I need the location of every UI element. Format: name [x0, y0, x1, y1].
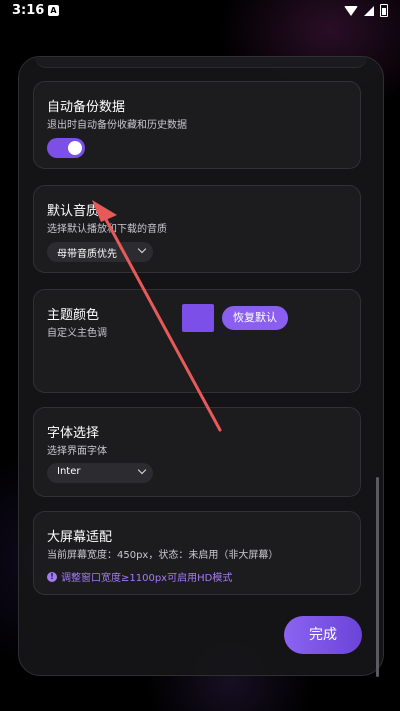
auto-backup-title: 自动备份数据	[47, 100, 126, 115]
theme-color-card: 主题颜色 自定义主色调 恢复默认	[33, 289, 361, 393]
wifi-icon	[344, 5, 358, 16]
info-icon: !	[47, 571, 57, 582]
font-description: 选择界面字体	[47, 446, 107, 457]
auto-backup-card: 自动备份数据 退出时自动备份收藏和历史数据	[33, 81, 361, 169]
font-card: 字体选择 选择界面字体 Inter	[33, 407, 361, 497]
font-select[interactable]: Inter	[47, 463, 153, 483]
status-icons	[344, 4, 388, 17]
status-time: 3:16	[12, 3, 45, 18]
signal-icon	[364, 5, 374, 16]
large-screen-description: 当前屏幕宽度：450px，状态：未启用（非大屏幕）	[47, 550, 279, 561]
done-button[interactable]: 完成	[284, 616, 362, 654]
theme-color-swatch[interactable]	[182, 304, 214, 332]
large-screen-card: 大屏幕适配 当前屏幕宽度：450px，状态：未启用（非大屏幕） ! 调整窗口宽度…	[33, 511, 361, 595]
auto-backup-description: 退出时自动备份收藏和历史数据	[47, 120, 187, 131]
previous-card-edge	[35, 57, 367, 68]
audio-quality-value: 母带音质优先	[57, 249, 117, 260]
theme-color-description: 自定义主色调	[47, 328, 107, 339]
theme-color-title: 主题颜色	[47, 308, 100, 323]
large-screen-title: 大屏幕适配	[47, 530, 113, 545]
audio-quality-title: 默认音质	[47, 204, 100, 219]
audio-quality-description: 选择默认播放和下载的音质	[47, 224, 167, 235]
toggle-knob	[68, 141, 82, 155]
scrollbar[interactable]	[376, 477, 379, 677]
auto-backup-toggle[interactable]	[47, 138, 85, 158]
font-value: Inter	[57, 466, 81, 477]
notification-icon: A	[48, 5, 59, 16]
large-screen-hint: ! 调整窗口宽度≥1100px可启用HD模式	[47, 569, 232, 584]
chevron-down-icon	[137, 244, 147, 254]
large-screen-hint-text: 调整窗口宽度≥1100px可启用HD模式	[61, 573, 233, 584]
battery-icon	[380, 4, 388, 17]
font-title: 字体选择	[47, 426, 100, 441]
audio-quality-select[interactable]: 母带音质优先	[47, 242, 153, 262]
audio-quality-card: 默认音质 选择默认播放和下载的音质 母带音质优先	[33, 185, 361, 273]
status-bar: 3:16 A	[0, 0, 400, 24]
settings-panel: 自动备份数据 退出时自动备份收藏和历史数据 默认音质 选择默认播放和下载的音质 …	[18, 56, 384, 676]
reset-default-button[interactable]: 恢复默认	[222, 306, 288, 330]
chevron-down-icon	[137, 465, 147, 475]
